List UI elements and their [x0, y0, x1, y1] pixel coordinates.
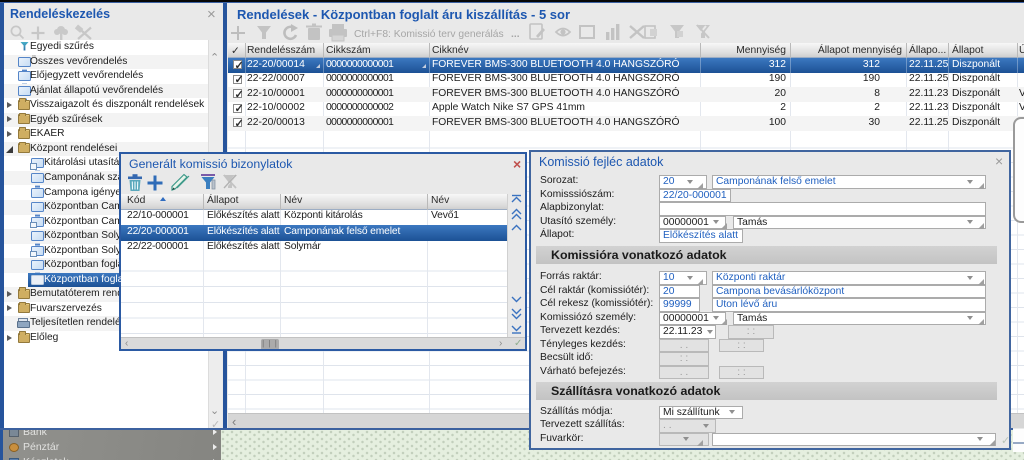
svg-text:Ctrl+F8: Komissió terv generál: Ctrl+F8: Komissió terv generálás: [354, 29, 504, 40]
svg-text:...: ...: [511, 29, 520, 40]
